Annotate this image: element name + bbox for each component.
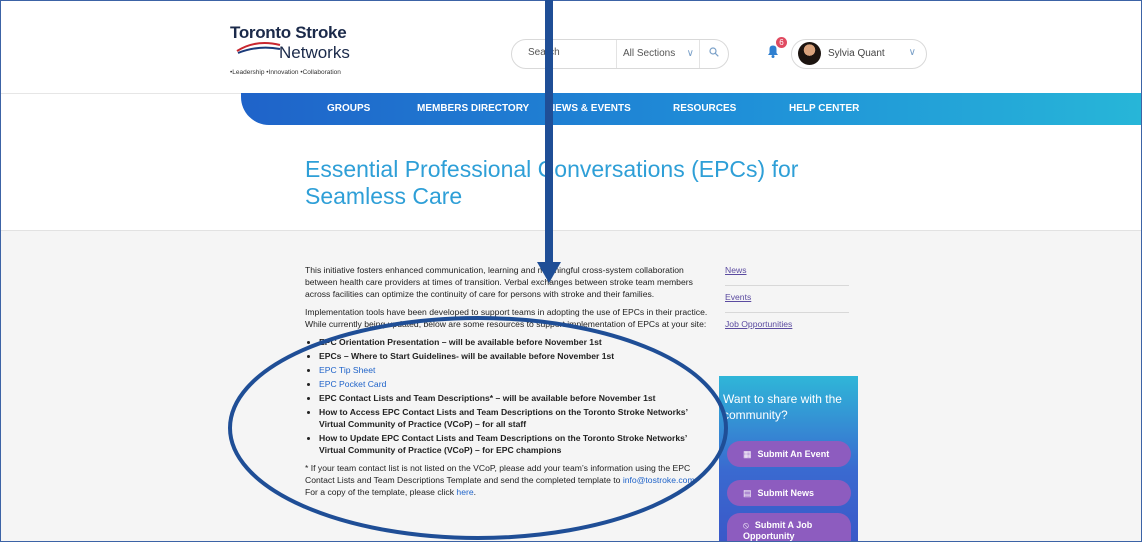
list-item: EPC Pocket Card (319, 378, 710, 390)
user-menu[interactable]: Sylvia Quant ∨ (791, 39, 927, 69)
footnote: * If your team contact list is not liste… (305, 462, 710, 498)
epc-tip-sheet-link[interactable]: EPC Tip Sheet (319, 365, 375, 375)
news-icon: ▤ (743, 488, 752, 498)
sidebar-link-news[interactable]: News (725, 259, 849, 286)
main-nav: GROUPS MEMBERS DIRECTORY NEWS & EVENTS R… (241, 93, 1141, 125)
sidebar-links: News Events Job Opportunities (725, 259, 849, 339)
list-item-text: EPC Contact Lists and Team Descriptions*… (319, 393, 656, 403)
nav-item-resources[interactable]: RESOURCES (673, 93, 736, 125)
nav-item-members-directory[interactable]: MEMBERS DIRECTORY (417, 93, 529, 125)
list-item-text: How to Access EPC Contact Lists and Team… (319, 407, 688, 429)
submit-event-label: Submit An Event (757, 449, 830, 459)
share-panel: Want to share with the community? ▦ Submi… (719, 376, 858, 541)
notification-count-badge: 6 (776, 37, 787, 48)
logo-subtitle: Networks (279, 43, 350, 62)
section-select[interactable]: All Sections ∨ (616, 40, 700, 68)
intro-paragraph: This initiative fosters enhanced communi… (305, 265, 693, 299)
sidebar-link-events[interactable]: Events (725, 286, 849, 313)
tools-paragraph: Implementation tools have been developed… (305, 307, 708, 329)
list-item-text: EPCs – Where to Start Guidelines- will b… (319, 351, 615, 361)
site-logo[interactable]: Toronto Stroke Networks •Leadership •Inn… (230, 23, 380, 81)
submit-news-label: Submit News (757, 488, 815, 498)
paperclip-icon: ⦸ (743, 520, 749, 530)
chevron-down-icon: ∨ (686, 48, 694, 59)
nav-item-groups[interactable]: GROUPS (327, 93, 370, 125)
submit-job-label: Submit A Job Opportunity (743, 520, 813, 541)
avatar (798, 42, 821, 65)
sidebar-link-job-opportunities[interactable]: Job Opportunities (725, 313, 849, 339)
logo-tagline: •Leadership •Innovation •Collaboration (230, 69, 341, 76)
list-item: EPC Orientation Presentation – will be a… (319, 336, 710, 348)
footnote-text: . (473, 487, 477, 497)
calendar-icon: ▦ (743, 449, 752, 459)
list-item: EPC Tip Sheet (319, 364, 710, 376)
nav-item-news-events[interactable]: NEWS & EVENTS (548, 93, 631, 125)
search-icon (709, 47, 719, 57)
list-item: How to Access EPC Contact Lists and Team… (319, 406, 710, 430)
logo-swoosh-icon (236, 42, 281, 54)
epc-pocket-card-link[interactable]: EPC Pocket Card (319, 379, 386, 389)
template-link[interactable]: here (456, 487, 473, 497)
article-body: This initiative fosters enhanced communi… (305, 264, 710, 504)
list-item: EPCs – Where to Start Guidelines- will b… (319, 350, 710, 362)
submit-event-button[interactable]: ▦ Submit An Event (727, 441, 851, 467)
list-item: EPC Contact Lists and Team Descriptions*… (319, 392, 710, 404)
list-item-text: EPC Orientation Presentation – will be a… (319, 337, 602, 347)
user-name: Sylvia Quant (828, 48, 885, 59)
submit-job-button[interactable]: ⦸ Submit A Job Opportunity (727, 513, 851, 541)
list-item: How to Update EPC Contact Lists and Team… (319, 432, 710, 456)
list-item-text: How to Update EPC Contact Lists and Team… (319, 433, 687, 455)
search-bar: All Sections ∨ (511, 39, 729, 69)
section-select-value: All Sections (623, 48, 676, 59)
search-button[interactable] (699, 40, 728, 68)
share-heading: Want to share with the community? (723, 392, 842, 422)
nav-item-help-center[interactable]: HELP CENTER (789, 93, 859, 125)
logo-title: Toronto Stroke (230, 23, 347, 42)
resource-list: EPC Orientation Presentation – will be a… (305, 336, 710, 456)
chevron-down-icon: ∨ (908, 47, 916, 58)
email-link[interactable]: info@tostroke.com (623, 475, 695, 485)
page-title: Essential Professional Conversations (EP… (305, 156, 799, 209)
browser-page: Toronto Stroke Networks •Leadership •Inn… (0, 0, 1142, 542)
submit-news-button[interactable]: ▤ Submit News (727, 480, 851, 506)
search-input[interactable] (526, 46, 610, 59)
